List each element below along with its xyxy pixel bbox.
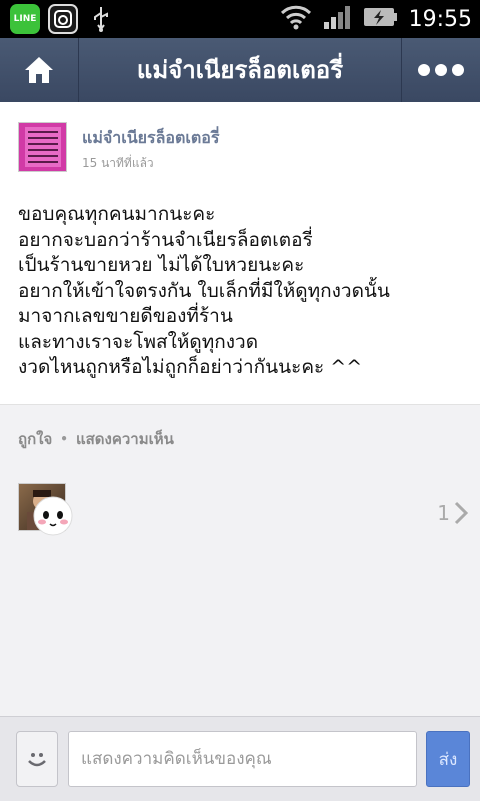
smiley-icon — [28, 753, 46, 767]
signal-icon — [323, 4, 353, 34]
app-header: แม่จำเนียรล็อตเตอรี่ — [0, 38, 480, 103]
clock: 19:55 — [408, 6, 472, 32]
battery-charging-icon — [363, 5, 399, 33]
post-line: อยากจะบอกว่าร้านจำเนียรล็อตเตอรี่ — [18, 228, 313, 251]
home-button[interactable] — [0, 38, 79, 102]
sticker-icon — [33, 496, 73, 536]
action-separator: • — [60, 432, 68, 446]
post-author[interactable]: แม่จำเนียรล็อตเตอรี่ — [82, 126, 219, 151]
likes-count-button[interactable]: 1 — [437, 501, 468, 525]
post-line: และทางเราจะโพสให้ดูทุกงวด — [18, 330, 259, 353]
line-icon: LINE — [10, 4, 40, 34]
post-line: งวดไหนถูกหรือไม่ถูกก็อย่าว่ากันนะคะ ^^ — [18, 356, 363, 378]
page-title: แม่จำเนียรล็อตเตอรี่ — [136, 56, 344, 84]
comment-link[interactable]: แสดงความเห็น — [76, 427, 174, 451]
home-icon — [25, 57, 53, 83]
post-line: เป็นร้านขายหวย ไม่ได้ใบหวยนะคะ — [18, 254, 305, 276]
more-options-button[interactable] — [401, 38, 480, 102]
post-body: ขอบคุณทุกคนมากนะคะ อยากจะบอกว่าร้านจำเนี… — [18, 202, 468, 381]
post-line: อยากให้เข้าใจตรงกัน ใบเล็กที่มีให้ดูทุกง… — [18, 279, 390, 302]
comment-composer: ส่ง — [0, 716, 480, 801]
post: แม่จำเนียรล็อตเตอรี่ 15 นาทีที่แล้ว ขอบค… — [0, 102, 480, 404]
post-actions: ถูกใจ • แสดงความเห็น — [0, 404, 480, 472]
likes-section: 1 — [0, 471, 480, 716]
post-line: มาจากเลขขายดีของที่ร้าน — [18, 305, 233, 327]
likes-count: 1 — [437, 501, 450, 525]
comment-input[interactable] — [68, 731, 417, 787]
wifi-icon — [279, 4, 313, 34]
instagram-icon — [48, 4, 78, 34]
page-avatar[interactable] — [18, 122, 67, 172]
line-icon-label: LINE — [13, 14, 37, 24]
more-dots-icon — [418, 64, 464, 76]
send-button[interactable]: ส่ง — [426, 731, 470, 787]
like-link[interactable]: ถูกใจ — [18, 427, 52, 451]
post-timestamp: 15 นาทีที่แล้ว — [82, 156, 154, 170]
sticker-button[interactable] — [16, 731, 58, 787]
post-line: ขอบคุณทุกคนมากนะคะ — [18, 203, 216, 225]
chevron-right-icon — [454, 501, 468, 525]
status-bar: LINE 19:55 — [0, 0, 480, 38]
usb-icon — [86, 4, 116, 34]
